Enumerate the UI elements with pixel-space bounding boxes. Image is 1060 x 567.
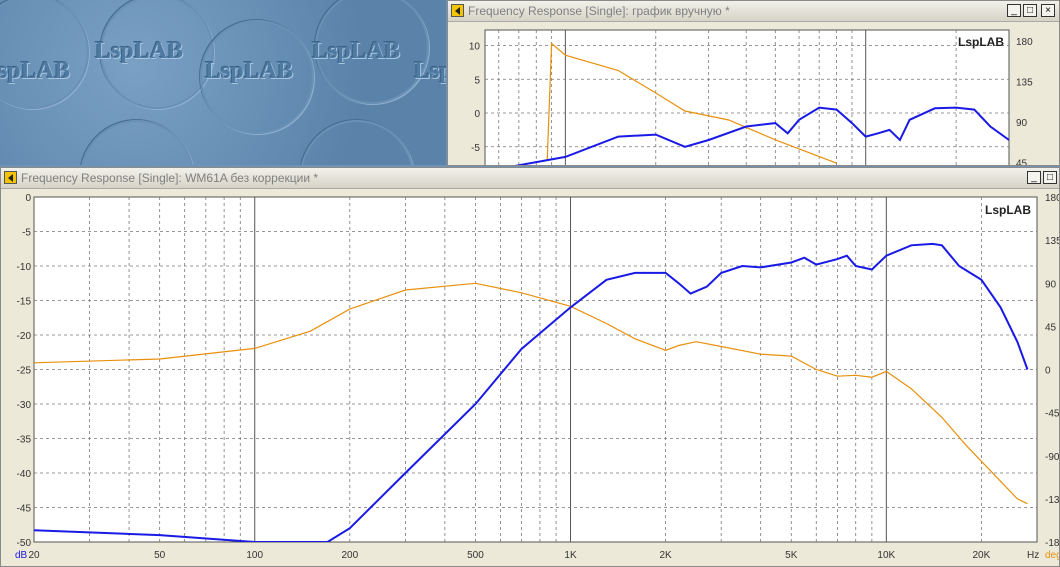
y-tick-label: -5 — [471, 143, 480, 154]
y-tick-label: -40 — [17, 469, 32, 480]
top-window-titlebar[interactable]: Frequency Response [Single]: график вруч… — [448, 1, 1059, 22]
phase-tick-label: 180 — [1016, 37, 1033, 48]
x-tick-label: 1K — [564, 550, 577, 561]
watermark-text: LspLAB — [205, 58, 294, 84]
x-tick-label: 5K — [785, 550, 798, 561]
watermark-ring — [0, 0, 89, 109]
lsplab-logo: LspLAB — [985, 203, 1031, 217]
y-tick-label: -50 — [17, 538, 32, 549]
y-unit-label: dB — [15, 550, 28, 561]
phase-unit-label: deg — [1045, 550, 1060, 561]
x-tick-label: 10K — [877, 550, 895, 561]
y-tick-label: -45 — [17, 504, 32, 515]
phase-tick-label: -180 — [1045, 538, 1060, 549]
phase-tick-label: 45 — [1016, 159, 1028, 166]
watermark-text: LspLAB — [312, 38, 401, 64]
top-chart[interactable]: 10 5 0 -5 180 135 90 45 LspLAB — [448, 22, 1059, 165]
phase-tick-label: 135 — [1016, 78, 1033, 89]
y-tick-label: -30 — [17, 400, 32, 411]
maximize-icon[interactable]: □ — [1023, 4, 1037, 17]
y-tick-label: 5 — [474, 75, 480, 86]
desktop-background: LspLAB LspLAB LspLAB LspLAB LspLAB — [0, 0, 446, 165]
y-tick-label: -20 — [17, 331, 32, 342]
minimize-icon[interactable]: _ — [1007, 4, 1021, 17]
maximize-icon[interactable]: □ — [1043, 171, 1057, 184]
top-response-window[interactable]: Frequency Response [Single]: график вруч… — [447, 0, 1060, 166]
x-unit-label: Hz — [1027, 550, 1039, 561]
phase-tick-label: 180 — [1045, 193, 1060, 204]
top-window-title: Frequency Response [Single]: график вруч… — [468, 4, 730, 18]
phase-tick-label: 90 — [1045, 279, 1057, 290]
x-tick-label: 50 — [154, 550, 166, 561]
close-icon[interactable]: × — [1041, 4, 1055, 17]
main-window-title: Frequency Response [Single]: WM61A без к… — [21, 171, 319, 185]
phase-tick-label: 90 — [1016, 118, 1028, 129]
main-window-titlebar[interactable]: Frequency Response [Single]: WM61A без к… — [1, 168, 1059, 189]
phase-tick-label: 0 — [1045, 366, 1051, 377]
speaker-icon — [4, 171, 17, 184]
y-tick-label: -10 — [17, 262, 32, 273]
watermark-ring — [80, 120, 194, 165]
x-tick-label: 20 — [28, 550, 40, 561]
y-tick-label: -35 — [17, 435, 32, 446]
y-tick-label: 0 — [25, 193, 31, 204]
x-tick-label: 2K — [659, 550, 672, 561]
main-chart[interactable]: 0 -5 -10 -15 -20 -25 -30 -35 -40 -45 -50 180 135 90 45… — [1, 189, 1060, 567]
phase-tick-label: 45 — [1045, 322, 1057, 333]
y-tick-label: -5 — [22, 228, 31, 239]
x-tick-label: 200 — [341, 550, 358, 561]
watermark-ring — [300, 120, 414, 165]
speaker-icon — [451, 4, 464, 17]
y-tick-label: 0 — [474, 109, 480, 120]
y-tick-label: -15 — [17, 297, 32, 308]
watermark-text: LspLAB — [0, 58, 71, 84]
phase-tick-label: -45 — [1045, 409, 1060, 420]
minimize-icon[interactable]: _ — [1027, 171, 1041, 184]
plot-area — [484, 29, 1010, 165]
phase-tick-label: 135 — [1045, 236, 1060, 247]
watermark-text: LspLAB — [95, 38, 184, 64]
y-tick-label: 10 — [469, 42, 481, 53]
phase-tick-label: -135 — [1045, 495, 1060, 506]
main-response-window[interactable]: Frequency Response [Single]: WM61A без к… — [0, 167, 1060, 567]
x-tick-label: 20K — [972, 550, 990, 561]
lsplab-logo: LspLAB — [958, 35, 1004, 49]
watermark-text: LspLAB — [414, 58, 446, 84]
phase-tick-label: -90 — [1045, 452, 1060, 463]
y-tick-label: -25 — [17, 366, 32, 377]
x-tick-label: 100 — [246, 550, 263, 561]
x-tick-label: 500 — [467, 550, 484, 561]
